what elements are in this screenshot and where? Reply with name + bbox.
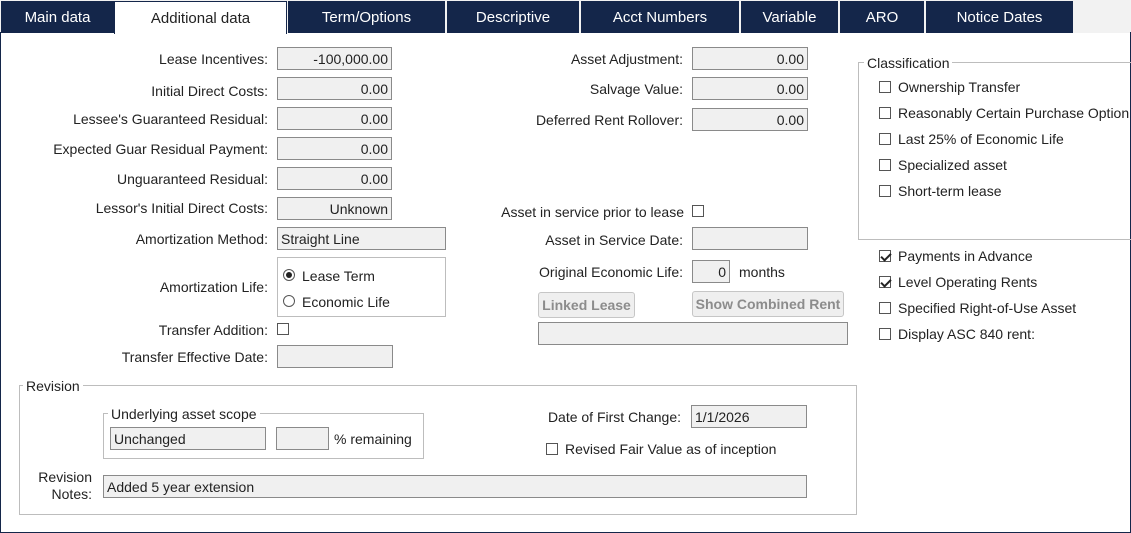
asset-in-service-date-label: Asset in Service Date: xyxy=(545,232,683,248)
last-25-percent-checkbox[interactable] xyxy=(879,133,891,145)
original-economic-life-field[interactable] xyxy=(692,260,730,283)
reasonably-certain-purchase-checkbox[interactable] xyxy=(879,107,891,119)
lessee-guaranteed-residual-label: Lessee's Guaranteed Residual: xyxy=(73,111,268,127)
expected-guar-residual-payment-label: Expected Guar Residual Payment: xyxy=(53,141,268,157)
deferred-rent-rollover-field[interactable] xyxy=(692,108,808,131)
salvage-value-label: Salvage Value: xyxy=(589,81,683,97)
tab-aro[interactable]: ARO xyxy=(840,1,924,33)
tab-acct-numbers[interactable]: Acct Numbers xyxy=(581,1,739,33)
reasonably-certain-purchase-label: Reasonably Certain Purchase Option xyxy=(898,105,1130,121)
original-economic-life-unit: months xyxy=(739,264,785,280)
economic-life-radio[interactable] xyxy=(283,295,295,307)
deferred-rent-rollover-label: Deferred Rent Rollover: xyxy=(535,112,683,128)
tab-variable[interactable]: Variable xyxy=(741,1,838,33)
revision-notes-label-2: Notes: xyxy=(51,486,92,502)
asset-in-service-prior-checkbox[interactable] xyxy=(692,205,704,217)
show-combined-rent-button[interactable]: Show Combined Rent xyxy=(692,291,844,317)
lessor-initial-direct-costs-field[interactable] xyxy=(277,197,392,220)
short-term-lease-label: Short-term lease xyxy=(898,183,1002,199)
level-operating-rents-checkbox[interactable] xyxy=(879,276,891,288)
original-economic-life-label: Original Economic Life: xyxy=(539,264,683,280)
specialized-asset-checkbox[interactable] xyxy=(879,159,891,171)
revision-notes-field[interactable] xyxy=(103,475,807,498)
lease-incentives-field[interactable] xyxy=(277,47,392,70)
date-of-first-change-field[interactable] xyxy=(691,405,807,428)
asset-adjustment-label: Asset Adjustment: xyxy=(570,51,683,67)
lease-incentives-label: Lease Incentives: xyxy=(159,51,268,67)
transfer-effective-date-label: Transfer Effective Date: xyxy=(121,349,268,365)
classification-title: Classification xyxy=(864,55,953,71)
lease-term-radio[interactable] xyxy=(283,269,295,281)
economic-life-radio-label: Economic Life xyxy=(302,294,390,310)
unguaranteed-residual-field[interactable] xyxy=(277,167,392,190)
tab-main-data[interactable]: Main data xyxy=(1,1,114,33)
last-25-percent-label: Last 25% of Economic Life xyxy=(898,131,1064,147)
percent-remaining-field[interactable] xyxy=(276,427,329,450)
tab-descriptive[interactable]: Descriptive xyxy=(447,1,579,33)
display-asc-840-label: Display ASC 840 rent: xyxy=(898,326,1035,342)
tab-term-options[interactable]: Term/Options xyxy=(288,1,445,33)
salvage-value-field[interactable] xyxy=(692,77,808,100)
transfer-effective-date-field[interactable] xyxy=(277,345,393,368)
display-asc-840-checkbox[interactable] xyxy=(879,328,891,340)
initial-direct-costs-field[interactable] xyxy=(277,77,392,100)
revision-title: Revision xyxy=(23,378,83,394)
revised-fair-value-checkbox[interactable] xyxy=(546,443,558,455)
date-of-first-change-label: Date of First Change: xyxy=(547,409,681,425)
level-operating-rents-label: Level Operating Rents xyxy=(898,274,1038,290)
amortization-life-label: Amortization Life: xyxy=(159,279,268,295)
short-term-lease-checkbox[interactable] xyxy=(879,185,891,197)
ownership-transfer-checkbox[interactable] xyxy=(879,81,891,93)
linked-lease-field[interactable] xyxy=(538,322,848,345)
payments-in-advance-label: Payments in Advance xyxy=(898,248,1033,264)
amortization-method-field[interactable] xyxy=(277,227,446,250)
amortization-method-label: Amortization Method: xyxy=(135,231,268,247)
specified-right-of-use-checkbox[interactable] xyxy=(879,302,891,314)
initial-direct-costs-label: Initial Direct Costs: xyxy=(151,83,268,99)
lessee-guaranteed-residual-field[interactable] xyxy=(277,107,392,130)
revision-notes-label-1: Revision xyxy=(38,469,92,485)
tab-bar: Main data Additional data Term/Options D… xyxy=(0,0,1131,34)
payments-in-advance-checkbox[interactable] xyxy=(879,250,891,262)
specialized-asset-label: Specialized asset xyxy=(898,157,1007,173)
asset-in-service-prior-label: Asset in service prior to lease xyxy=(501,204,684,220)
tab-notice-dates[interactable]: Notice Dates xyxy=(926,1,1073,33)
specified-right-of-use-label: Specified Right-of-Use Asset xyxy=(898,300,1077,316)
tab-additional-data[interactable]: Additional data xyxy=(114,1,287,34)
lease-term-radio-label: Lease Term xyxy=(302,268,375,284)
asset-in-service-date-field[interactable] xyxy=(692,227,808,250)
transfer-addition-checkbox[interactable] xyxy=(277,323,289,335)
ownership-transfer-label: Ownership Transfer xyxy=(898,79,1021,95)
revised-fair-value-label: Revised Fair Value as of inception xyxy=(565,441,777,457)
transfer-addition-label: Transfer Addition: xyxy=(158,322,268,338)
unguaranteed-residual-label: Unguaranteed Residual: xyxy=(117,171,268,187)
expected-guar-residual-payment-field[interactable] xyxy=(277,137,392,160)
asset-adjustment-field[interactable] xyxy=(692,47,808,70)
underlying-asset-scope-title: Underlying asset scope xyxy=(108,406,260,422)
lessor-initial-direct-costs-label: Lessor's Initial Direct Costs: xyxy=(95,200,268,216)
linked-lease-button[interactable]: Linked Lease xyxy=(538,292,635,318)
underlying-asset-scope-field[interactable] xyxy=(110,427,266,450)
percent-remaining-label: % remaining xyxy=(334,431,412,447)
